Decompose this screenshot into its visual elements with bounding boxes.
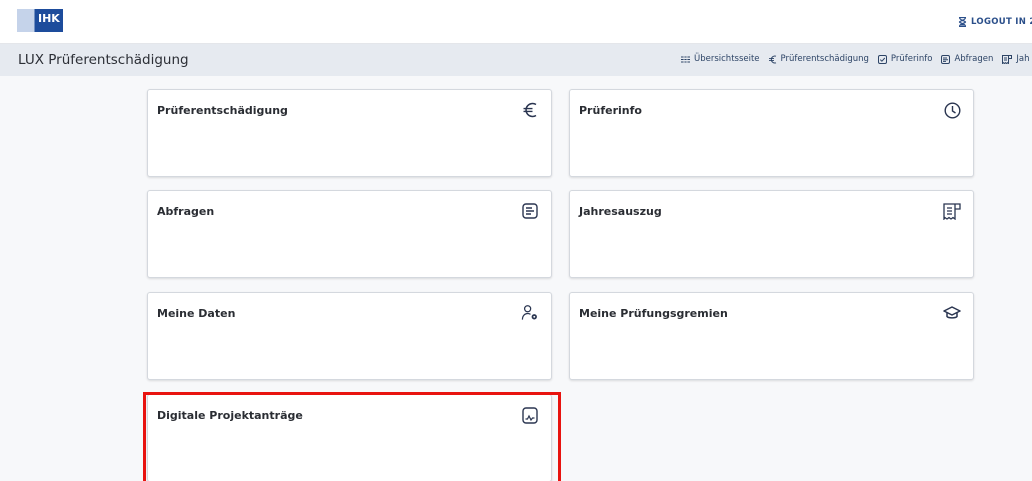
nav-link-prueferentschaedigung[interactable]: Prüferentschädigung (768, 54, 869, 64)
nav-link-label: Jah (1016, 54, 1030, 64)
tile-title: Meine Daten (157, 307, 236, 320)
hourglass-icon (958, 17, 967, 27)
nav-link-label: Übersichtsseite (694, 54, 760, 64)
nav-link-jahresauszug[interactable]: Jah (1002, 54, 1029, 64)
nav-link-prueferinfo[interactable]: Prüferinfo (877, 54, 933, 64)
checkbox-icon (877, 54, 887, 64)
clock-icon (943, 101, 961, 119)
top-bar: IHK LOGOUT IN 29: (0, 0, 1032, 44)
tile-title: Prüferentschädigung (157, 104, 288, 117)
tile-title: Meine Prüfungsgremien (579, 307, 728, 320)
tile-title: Prüferinfo (579, 104, 642, 117)
app-title: LUX Prüferentschädigung (18, 52, 189, 68)
nav-link-abfragen[interactable]: Abfragen (941, 54, 993, 64)
statement-icon (943, 202, 961, 220)
list-card-icon (521, 202, 539, 220)
nav-link-uebersichtsseite[interactable]: Übersichtsseite (681, 54, 760, 64)
logout-label: LOGOUT IN 29: (971, 17, 1032, 27)
tile-prueferinfo[interactable]: Prüferinfo (569, 89, 974, 177)
tile-prueferentschaedigung[interactable]: Prüferentschädigung (147, 89, 552, 177)
navigation-bar: LUX Prüferentschädigung Übersichtsseite … (0, 44, 1032, 76)
user-settings-icon (521, 304, 539, 322)
tile-abfragen[interactable]: Abfragen (147, 190, 552, 278)
ihk-logo[interactable]: IHK (17, 9, 63, 32)
logo-text: IHK (38, 12, 60, 25)
nav-link-label: Prüferentschädigung (780, 54, 869, 64)
logout-timer-button[interactable]: LOGOUT IN 29: (958, 17, 1032, 27)
euro-icon (521, 101, 539, 119)
tile-title: Abfragen (157, 205, 215, 218)
graduation-cap-icon (943, 304, 961, 322)
document-icon (1002, 54, 1013, 64)
euro-icon (768, 55, 777, 64)
highlight-frame (143, 392, 561, 481)
tile-meine-pruefungsgremien[interactable]: Meine Prüfungsgremien (569, 292, 974, 380)
grid-icon (681, 55, 690, 63)
tile-jahresauszug[interactable]: Jahresauszug (569, 190, 974, 278)
tile-title: Jahresauszug (579, 205, 662, 218)
nav-link-label: Abfragen (954, 54, 994, 64)
tile-meine-daten[interactable]: Meine Daten (147, 292, 552, 380)
nav-links: Übersichtsseite Prüferentschädigung Prüf… (681, 54, 1032, 64)
nav-link-label: Prüferinfo (890, 54, 933, 64)
list-icon (941, 54, 951, 64)
